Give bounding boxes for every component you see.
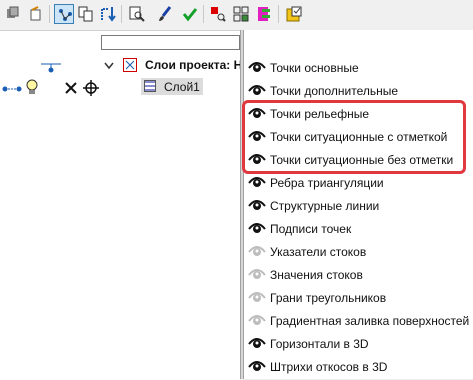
project-layers-title[interactable]: Слои проекта: Но bbox=[145, 58, 240, 72]
eye-icon[interactable] bbox=[248, 61, 266, 76]
chevron-down-icon[interactable] bbox=[104, 59, 114, 73]
project-icon bbox=[123, 58, 137, 72]
toolbar bbox=[0, 0, 473, 30]
eye-hidden-icon[interactable] bbox=[248, 314, 266, 329]
menu-item[interactable]: Штрихи откосов в 3D bbox=[244, 356, 473, 378]
eye-icon[interactable] bbox=[248, 337, 266, 352]
preview-search-icon[interactable] bbox=[127, 4, 147, 24]
menu-item-label: Точки ситуационные с отметкой bbox=[270, 130, 448, 144]
grid-icon[interactable] bbox=[231, 4, 251, 24]
layer-label: Слой1 bbox=[164, 80, 200, 94]
menu-item-label: Точки рельефные bbox=[270, 107, 370, 121]
menu-item[interactable]: Ребра триангуляции bbox=[244, 172, 473, 194]
eye-icon[interactable] bbox=[248, 84, 266, 99]
view-tree-icon[interactable] bbox=[54, 4, 74, 24]
eye-hidden-icon[interactable] bbox=[248, 268, 266, 283]
visibility-menu: Точки основные Точки дополнительные Точки … bbox=[243, 30, 473, 379]
menu-item-label: Значения стоков bbox=[270, 268, 363, 282]
eye-hidden-icon[interactable] bbox=[248, 245, 266, 260]
menu-item[interactable]: Грани треугольников bbox=[244, 287, 473, 309]
menu-item-label: Указатели стоков bbox=[270, 245, 367, 259]
menu-item[interactable]: Указатели стоков bbox=[244, 241, 473, 263]
eye-icon[interactable] bbox=[248, 360, 266, 375]
menu-item[interactable]: Градиентная заливка поверхностей bbox=[244, 310, 473, 332]
eye-icon[interactable] bbox=[248, 176, 266, 191]
menu-item[interactable]: Структурные линии bbox=[244, 195, 473, 217]
menu-item[interactable]: Точки ситуационные без отметки bbox=[244, 149, 473, 171]
menu-item-label: Точки основные bbox=[270, 61, 359, 75]
menu-item-label: Градиентная заливка поверхностей bbox=[270, 314, 470, 328]
menu-item-label: Подписи точек bbox=[270, 222, 352, 236]
copy-icon[interactable] bbox=[76, 4, 96, 24]
properties-icon[interactable] bbox=[284, 4, 304, 24]
eye-icon[interactable] bbox=[248, 107, 266, 122]
menu-item-label: Штрихи откосов в 3D bbox=[270, 360, 388, 374]
menu-item[interactable]: Значения стоков bbox=[244, 264, 473, 286]
menu-item-label: Горизонтали в 3D bbox=[270, 337, 369, 351]
menu-item-label: Точки дополнительные bbox=[270, 84, 399, 98]
eye-hidden-icon[interactable] bbox=[248, 291, 266, 306]
tree-filter-input[interactable] bbox=[101, 35, 240, 50]
eye-icon[interactable] bbox=[248, 130, 266, 145]
palette-icon[interactable] bbox=[254, 4, 274, 24]
red-select-icon[interactable] bbox=[208, 4, 228, 24]
menu-item[interactable]: Подписи точек bbox=[244, 218, 473, 240]
menu-item[interactable]: Точки основные bbox=[244, 57, 473, 79]
lightbulb-icon[interactable] bbox=[25, 79, 39, 100]
checkmark-icon[interactable] bbox=[180, 4, 200, 24]
eye-icon[interactable] bbox=[248, 222, 266, 237]
tree-item-layer1[interactable]: Слой1 bbox=[141, 78, 203, 95]
eye-icon[interactable] bbox=[248, 153, 266, 168]
menu-item-label: Грани треугольников bbox=[270, 291, 387, 305]
layers-stack-icon[interactable] bbox=[4, 4, 24, 24]
menu-item[interactable]: Точки ситуационные с отметкой bbox=[244, 126, 473, 148]
crosshair-icon[interactable] bbox=[83, 80, 99, 99]
eye-icon[interactable] bbox=[248, 199, 266, 214]
delete-icon[interactable] bbox=[64, 81, 78, 98]
menu-item[interactable]: Горизонтали в 3D bbox=[244, 333, 473, 355]
route-icon[interactable] bbox=[98, 4, 118, 24]
menu-item-label: Ребра триангуляции bbox=[270, 176, 384, 190]
layer-icon bbox=[144, 80, 156, 92]
menu-item-label: Структурные линии bbox=[270, 199, 380, 213]
menu-item[interactable]: Точки рельефные bbox=[244, 103, 473, 125]
refresh-doc-icon[interactable] bbox=[26, 4, 46, 24]
brush-icon[interactable] bbox=[155, 4, 175, 24]
menu-item-label: Точки ситуационные без отметки bbox=[270, 153, 454, 167]
layer-tree-panel: Слои проекта: Но Слой1 bbox=[0, 30, 240, 380]
menu-item[interactable]: Точки дополнительные bbox=[244, 80, 473, 102]
line-icon[interactable] bbox=[2, 83, 22, 97]
node-icon[interactable] bbox=[40, 62, 62, 77]
